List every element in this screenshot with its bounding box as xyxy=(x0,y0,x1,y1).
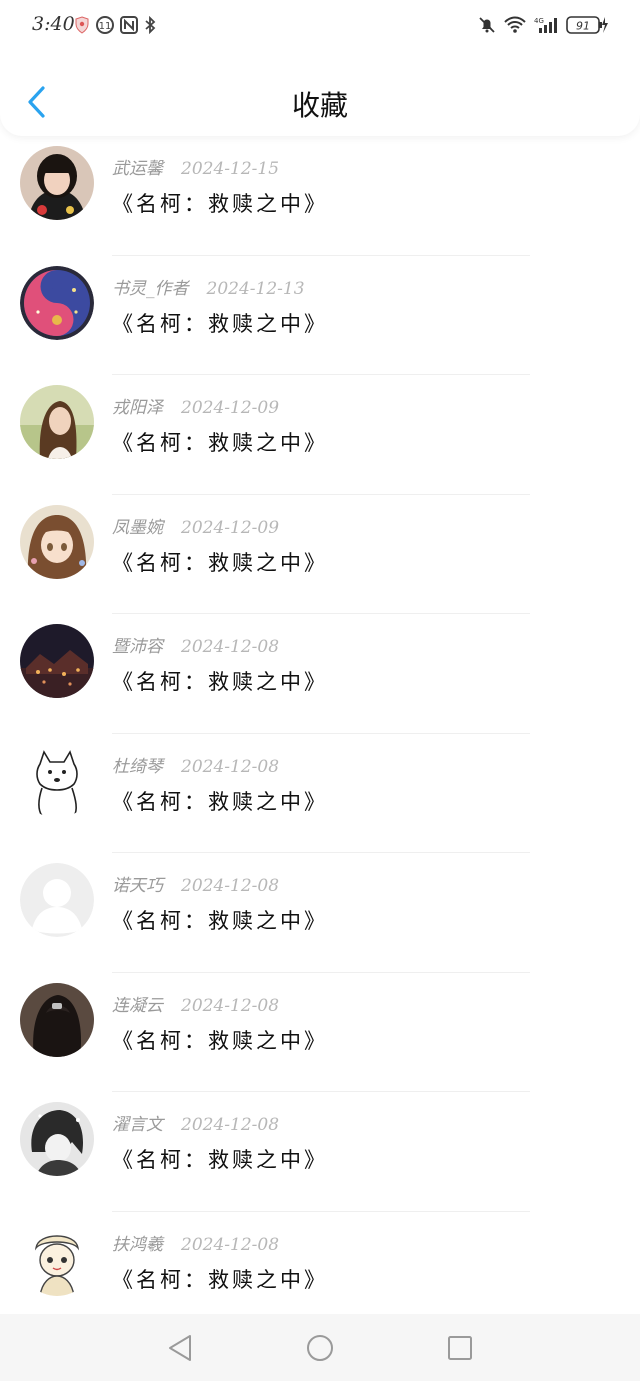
nav-recents-button[interactable] xyxy=(438,1326,482,1370)
author-name[interactable]: 凤墨婉 xyxy=(112,513,163,538)
book-title[interactable]: 《名柯：救赎之中》 xyxy=(112,188,328,218)
svg-text:11: 11 xyxy=(99,21,112,32)
book-title[interactable]: 《名柯：救赎之中》 xyxy=(112,547,328,577)
avatar[interactable] xyxy=(20,982,94,1057)
list-item[interactable]: 诺天巧 2024-12-08 《名柯：救赎之中》 xyxy=(0,853,640,973)
avatar[interactable] xyxy=(20,1221,94,1296)
book-title[interactable]: 《名柯：救赎之中》 xyxy=(112,786,328,816)
author-name[interactable]: 濯言文 xyxy=(112,1110,163,1135)
author-name[interactable]: 杜绮琴 xyxy=(112,752,163,777)
author-name[interactable]: 戎阳泽 xyxy=(112,393,163,418)
book-title[interactable]: 《名柯：救赎之中》 xyxy=(112,427,328,457)
author-name[interactable]: 诺天巧 xyxy=(112,871,163,896)
status-bar: 3:40 11 4G 91 xyxy=(0,0,640,52)
author-name[interactable]: 书灵_作者 xyxy=(112,274,189,299)
page-title: 收藏 xyxy=(291,89,348,122)
favorite-date: 2024-12-09 xyxy=(181,517,280,538)
mute-bell-icon xyxy=(478,14,496,36)
favorite-date: 2024-12-08 xyxy=(181,756,280,777)
avatar[interactable] xyxy=(20,265,94,340)
favorite-date: 2024-12-09 xyxy=(181,398,280,418)
status-time: 3:40 xyxy=(32,13,75,35)
item-meta: 诺天巧 2024-12-08 xyxy=(112,871,279,896)
list-item[interactable]: 濯言文 2024-12-08 《名柯：救赎之中》 xyxy=(0,1092,640,1212)
list-item[interactable]: 杜绮琴 2024-12-08 《名柯：救赎之中》 xyxy=(0,734,640,853)
favorite-date: 2024-12-13 xyxy=(206,278,305,299)
network-label: 4G xyxy=(534,17,544,25)
favorite-date: 2024-12-08 xyxy=(181,995,280,1016)
nav-home-button[interactable] xyxy=(298,1326,342,1370)
favorite-date: 2024-12-08 xyxy=(181,637,280,657)
battery-level: 91 xyxy=(576,20,590,33)
item-meta: 戎阳泽 2024-12-09 xyxy=(112,393,279,418)
book-title[interactable]: 《名柯：救赎之中》 xyxy=(112,1264,328,1294)
list-item[interactable]: 连凝云 2024-12-08 《名柯：救赎之中》 xyxy=(0,973,640,1092)
list-item[interactable]: 暨沛容 2024-12-08 《名柯：救赎之中》 xyxy=(0,614,640,734)
item-meta: 暨沛容 2024-12-08 xyxy=(112,632,279,657)
author-name[interactable]: 暨沛容 xyxy=(112,632,163,657)
author-name[interactable]: 扶鸿羲 xyxy=(112,1230,163,1255)
avatar[interactable] xyxy=(20,624,94,698)
list-item[interactable]: 戎阳泽 2024-12-09 《名柯：救赎之中》 xyxy=(0,375,640,495)
item-meta: 书灵_作者 2024-12-13 xyxy=(112,274,305,299)
avatar[interactable] xyxy=(20,504,94,579)
status-left-icons: 11 xyxy=(74,14,156,36)
book-title[interactable]: 《名柯：救赎之中》 xyxy=(112,308,328,338)
item-meta: 凤墨婉 2024-12-09 xyxy=(112,513,279,538)
author-name[interactable]: 武运馨 xyxy=(112,154,163,179)
book-title[interactable]: 《名柯：救赎之中》 xyxy=(112,905,328,935)
item-meta: 连凝云 2024-12-08 xyxy=(112,991,279,1016)
author-name[interactable]: 连凝云 xyxy=(112,991,163,1016)
list-item[interactable]: 武运馨 2024-12-15 《名柯：救赎之中》 xyxy=(0,136,640,256)
circle-home-icon xyxy=(307,1334,333,1361)
wifi-icon xyxy=(504,14,526,36)
avatar[interactable] xyxy=(20,863,94,937)
nav-back-button[interactable] xyxy=(158,1326,202,1370)
book-title[interactable]: 《名柯：救赎之中》 xyxy=(112,1025,328,1055)
list-item[interactable]: 书灵_作者 2024-12-13 《名柯：救赎之中》 xyxy=(0,256,640,375)
favorite-date: 2024-12-15 xyxy=(181,159,280,179)
bluetooth-icon xyxy=(144,14,156,36)
favorite-date: 2024-12-08 xyxy=(181,1234,280,1255)
item-meta: 扶鸿羲 2024-12-08 xyxy=(112,1230,279,1255)
cell-signal-icon: 4G xyxy=(534,14,558,36)
book-title[interactable]: 《名柯：救赎之中》 xyxy=(112,1144,328,1174)
favorite-date: 2024-12-08 xyxy=(181,1115,280,1135)
item-meta: 濯言文 2024-12-08 xyxy=(112,1110,279,1135)
avatar[interactable] xyxy=(20,743,94,818)
security-shield-icon xyxy=(74,14,90,36)
avatar[interactable] xyxy=(20,146,94,220)
square-recents-icon xyxy=(448,1335,472,1360)
triangle-back-icon xyxy=(169,1334,191,1361)
item-meta: 杜绮琴 2024-12-08 xyxy=(112,752,279,777)
avatar[interactable] xyxy=(20,385,94,459)
battery-icon: 91 xyxy=(566,14,608,36)
avatar[interactable] xyxy=(20,1102,94,1176)
item-meta: 武运馨 2024-12-15 xyxy=(112,154,279,179)
book-title[interactable]: 《名柯：救赎之中》 xyxy=(112,666,328,696)
favorite-date: 2024-12-08 xyxy=(181,876,280,896)
favorites-list: 武运馨 2024-12-15 《名柯：救赎之中》 书灵_作者 2024-12-1… xyxy=(0,136,640,1331)
list-item[interactable]: 凤墨婉 2024-12-09 《名柯：救赎之中》 xyxy=(0,495,640,614)
header-card: 3:40 11 4G 91 收藏 xyxy=(0,0,640,136)
nfc-icon xyxy=(120,14,138,36)
nfc-badge-icon: 11 xyxy=(96,14,114,36)
system-nav-bar xyxy=(0,1314,640,1381)
status-right-icons: 4G 91 xyxy=(478,14,608,36)
